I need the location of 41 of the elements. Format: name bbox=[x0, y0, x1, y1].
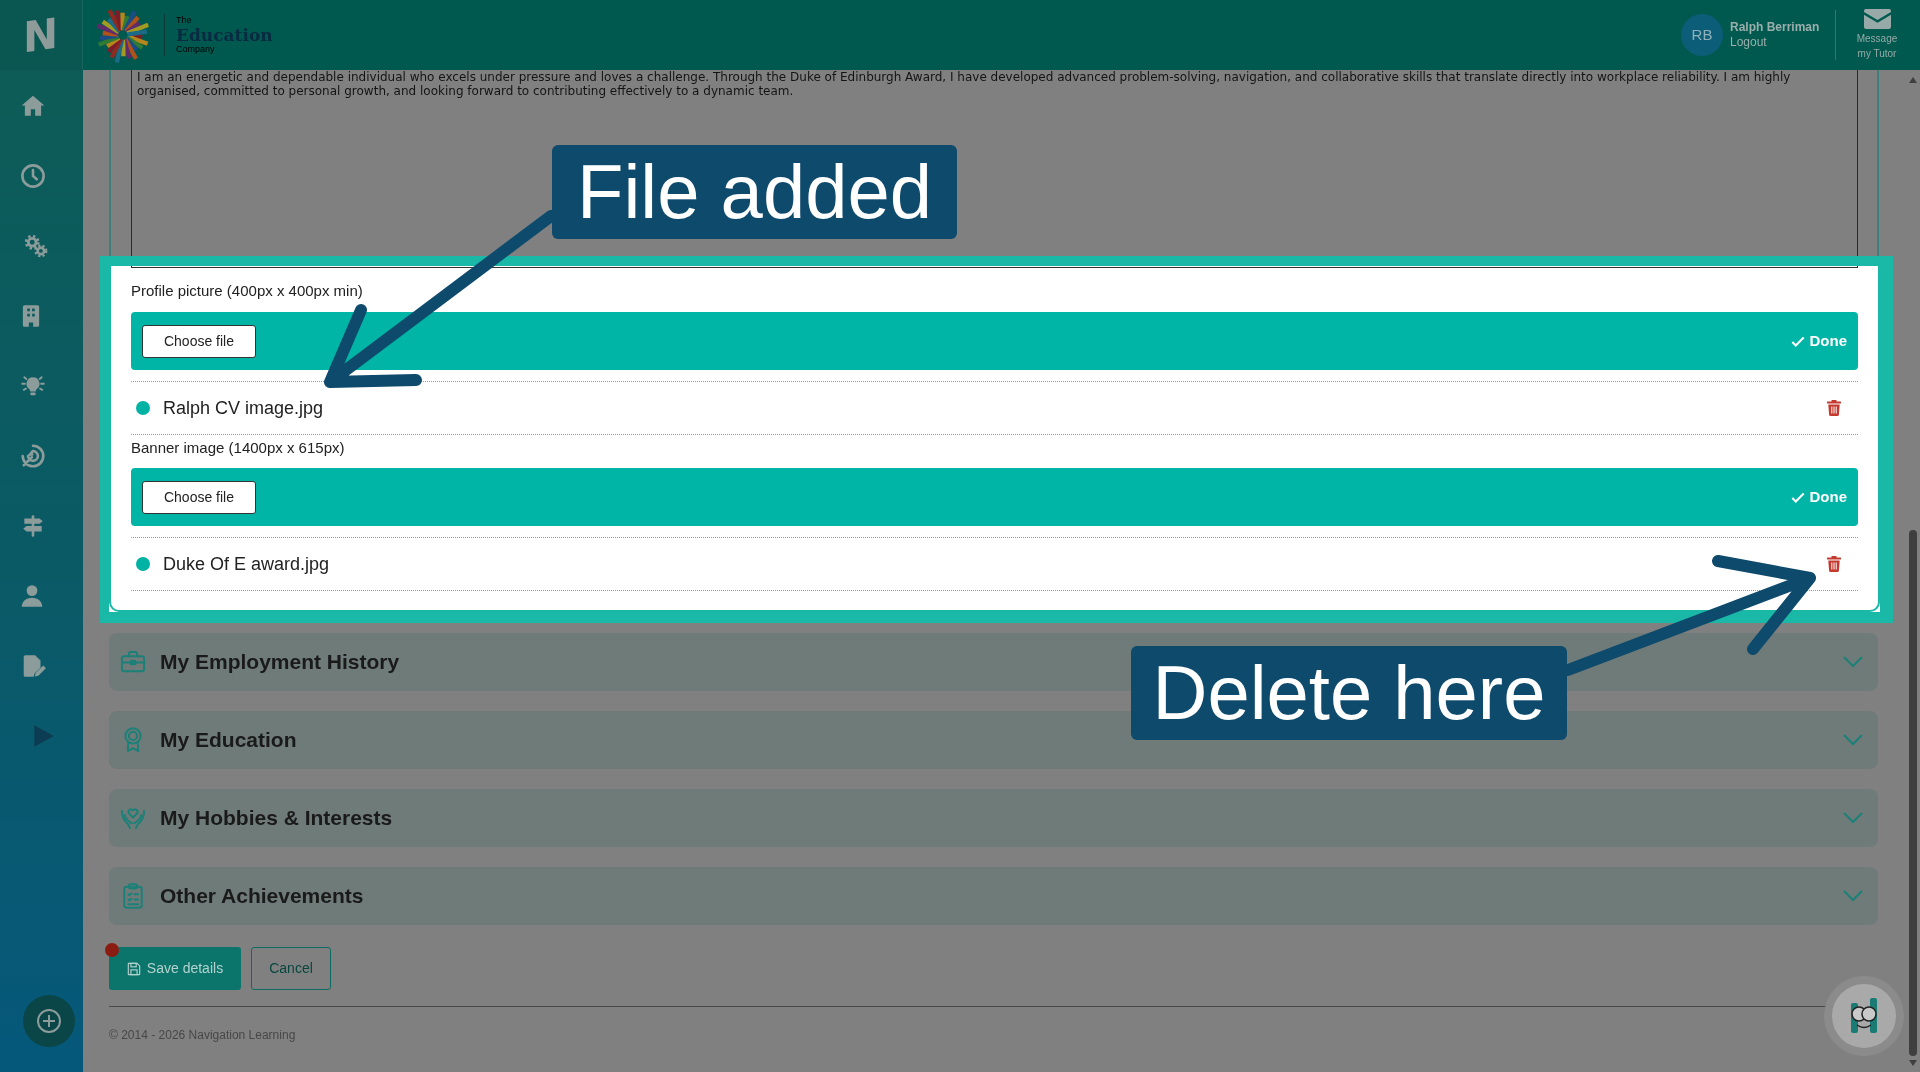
check-icon bbox=[1790, 335, 1805, 347]
section-title[interactable]: My Education bbox=[160, 724, 297, 756]
section-title[interactable]: Other Achievements bbox=[160, 880, 364, 912]
cancel-button[interactable]: Cancel bbox=[251, 947, 331, 990]
copyright-text: © 2014 - 2026 Navigation Learning bbox=[109, 1027, 297, 1044]
mascot-icon[interactable] bbox=[1824, 976, 1904, 1056]
target-arrow-icon[interactable] bbox=[20, 443, 46, 469]
clock-icon[interactable] bbox=[20, 163, 46, 189]
choose-file-button[interactable]: Choose file bbox=[142, 480, 256, 514]
gears-icon[interactable] bbox=[23, 233, 49, 259]
message-tutor-button[interactable]: Message my Tutor bbox=[1849, 9, 1905, 61]
person-icon[interactable] bbox=[19, 583, 45, 609]
user-avatar[interactable]: RB bbox=[1681, 14, 1723, 56]
callout-tooltip: File added bbox=[552, 145, 957, 239]
file-name: Duke Of E award.jpg bbox=[163, 552, 330, 576]
check-icon bbox=[1790, 491, 1805, 503]
trash-icon[interactable] bbox=[1827, 556, 1841, 572]
choose-file-button[interactable]: Choose file bbox=[142, 324, 256, 358]
section-title[interactable]: My Employment History bbox=[160, 646, 400, 678]
scroll-down-icon[interactable] bbox=[1908, 1060, 1917, 1066]
upload-status: Done bbox=[1809, 486, 1847, 507]
envelope-icon bbox=[1863, 9, 1891, 29]
file-status-dot bbox=[136, 557, 150, 571]
brand-suffix: Company bbox=[176, 45, 216, 54]
file-name: Ralph CV image.jpg bbox=[163, 396, 324, 420]
file-status-dot bbox=[136, 401, 150, 415]
logout-link[interactable]: Logout bbox=[1730, 35, 1825, 50]
trash-icon[interactable] bbox=[1827, 400, 1841, 416]
home-icon[interactable] bbox=[20, 93, 46, 119]
upload-status: Done bbox=[1809, 330, 1847, 351]
brand-prefix: The bbox=[176, 16, 193, 25]
section-title[interactable]: My Hobbies & Interests bbox=[160, 802, 393, 834]
scroll-up-icon[interactable] bbox=[1908, 77, 1917, 83]
user-name: Ralph Berriman bbox=[1730, 20, 1821, 35]
callout-tooltip: Delete here bbox=[1131, 646, 1567, 740]
plus-circle-icon[interactable] bbox=[23, 995, 75, 1047]
upload-label: Banner image (1400px x 615px) bbox=[131, 439, 346, 457]
scrollbar-thumb[interactable] bbox=[1908, 530, 1917, 1056]
file-pen-icon[interactable] bbox=[21, 653, 47, 679]
save-button[interactable]: Save details bbox=[109, 947, 241, 990]
upload-label: Profile picture (400px x 400px min) bbox=[131, 282, 364, 300]
